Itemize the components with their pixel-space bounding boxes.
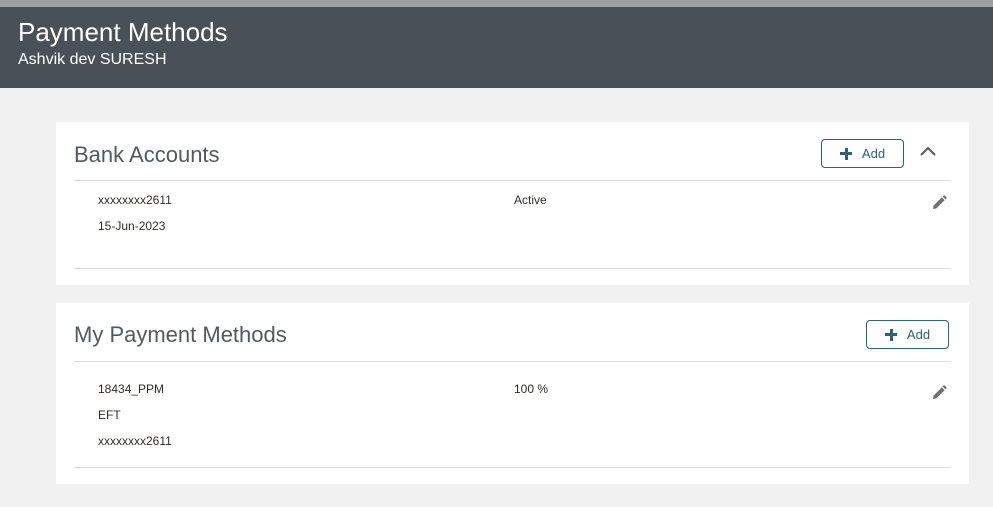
add-payment-method-button[interactable]: Add xyxy=(866,320,949,349)
bank-accounts-card: Bank Accounts Add xxxxxxxx2611 15-Jun-20… xyxy=(56,122,969,285)
bank-account-status: Active xyxy=(514,193,547,207)
add-button-label: Add xyxy=(906,327,931,342)
payment-method-percentage: 100 % xyxy=(514,382,549,396)
row-divider xyxy=(74,467,951,468)
add-button-label: Add xyxy=(861,146,886,161)
pencil-icon[interactable] xyxy=(930,384,948,402)
payment-methods-title: My Payment Methods xyxy=(74,322,287,347)
row-divider xyxy=(74,268,951,269)
add-bank-account-button[interactable]: Add xyxy=(821,139,904,168)
plus-icon xyxy=(839,147,852,160)
bank-accounts-title: Bank Accounts xyxy=(74,142,220,167)
bank-account-number: xxxxxxxx2611 xyxy=(98,193,172,207)
payment-method-account: xxxxxxxx2611 xyxy=(98,434,172,448)
page-header: Payment Methods Ashvik dev SURESH xyxy=(0,7,993,88)
top-strip xyxy=(0,0,993,7)
plus-icon xyxy=(884,328,897,341)
page-title: Payment Methods xyxy=(18,17,228,47)
chevron-up-icon[interactable] xyxy=(917,140,939,162)
payment-method-name: 18434_PPM xyxy=(98,382,165,396)
person-name: Ashvik dev SURESH xyxy=(18,51,167,68)
divider xyxy=(74,180,951,181)
payment-methods-card: My Payment Methods Add 18434_PPM EFT xxx… xyxy=(56,303,969,484)
pencil-icon[interactable] xyxy=(930,194,948,212)
bank-account-date: 15-Jun-2023 xyxy=(98,219,166,233)
divider xyxy=(74,361,951,362)
payment-method-type: EFT xyxy=(98,408,121,422)
